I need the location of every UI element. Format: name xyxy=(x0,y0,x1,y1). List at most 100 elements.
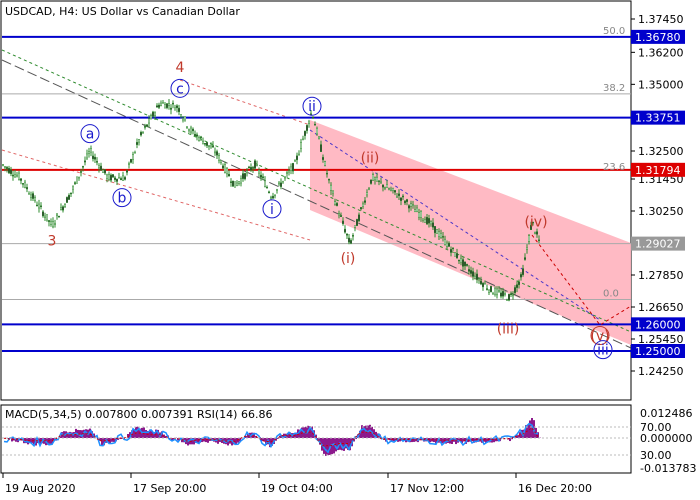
candle-body xyxy=(26,187,28,190)
candle-body xyxy=(322,157,324,160)
candle-body xyxy=(298,153,300,156)
candle-body xyxy=(440,233,442,238)
candle-body xyxy=(398,193,400,196)
candle-body xyxy=(524,257,526,260)
candle-body xyxy=(220,160,222,163)
wave-label-c: c xyxy=(176,81,184,97)
candle-body xyxy=(258,169,260,174)
time-tick-3: 17 Nov 12:00 xyxy=(390,482,464,495)
candle-body xyxy=(478,278,480,281)
candle-body xyxy=(326,172,328,175)
candle-body xyxy=(100,165,102,171)
candle-body xyxy=(96,161,98,163)
macd-bar xyxy=(463,438,465,442)
candle-body xyxy=(250,166,252,171)
wave-label-(iii): (iii) xyxy=(497,321,520,337)
macd-bar xyxy=(101,438,103,446)
candle-body xyxy=(50,220,52,225)
candle-body xyxy=(106,174,108,179)
candle-body xyxy=(80,171,82,173)
candle-body xyxy=(78,176,80,179)
candle-body xyxy=(126,170,128,173)
candle-body xyxy=(396,196,398,198)
candle-body xyxy=(168,103,170,106)
candle-body xyxy=(270,196,272,199)
indicator-tick-0.000000: 0.000000 xyxy=(640,432,693,445)
candle-body xyxy=(482,282,484,288)
candle-body xyxy=(282,180,284,184)
candle-body xyxy=(302,138,304,141)
candle-body xyxy=(388,188,390,190)
candle-body xyxy=(16,174,18,177)
wave-label-3: 3 xyxy=(48,233,57,249)
candle-body xyxy=(36,204,38,207)
candle-body xyxy=(22,183,24,185)
candle-body xyxy=(442,236,444,238)
candle-body xyxy=(88,151,90,154)
candle-body xyxy=(62,206,64,211)
candle-body xyxy=(502,291,504,297)
candle-body xyxy=(72,186,74,190)
level-tag-1.26000: 1.26000 xyxy=(635,318,681,331)
candle-body xyxy=(354,225,356,228)
candle-body xyxy=(472,271,474,277)
candle-body xyxy=(538,239,540,242)
candle-body xyxy=(206,142,208,146)
chart-title: USDCAD, H4: US Dollar vs Canadian Dollar xyxy=(5,5,240,18)
candle-body xyxy=(10,169,12,174)
candle-body xyxy=(294,160,296,162)
candle-body xyxy=(184,116,186,121)
candle-body xyxy=(54,222,56,225)
fib-label-38.2: 38.2 xyxy=(603,83,625,94)
candle-body xyxy=(498,290,500,292)
candle-body xyxy=(140,131,142,136)
candle-body xyxy=(24,181,26,188)
candle-body xyxy=(470,270,472,274)
candle-body xyxy=(406,199,408,202)
candle-body xyxy=(70,192,72,195)
candle-body xyxy=(386,184,388,188)
candle-body xyxy=(192,128,194,132)
candle-body xyxy=(300,142,302,149)
candle-body xyxy=(260,174,262,178)
candle-body xyxy=(262,176,264,178)
candle-body xyxy=(344,228,346,233)
candle-body xyxy=(232,180,234,187)
candle-body xyxy=(414,209,416,213)
candle-body xyxy=(228,173,230,177)
candle-body xyxy=(122,175,124,181)
candle-body xyxy=(410,203,412,207)
candle-body xyxy=(474,275,476,279)
candle-body xyxy=(246,170,248,174)
price-chart[interactable]: 50.038.223.60.0 43abciii(ii)(i)(iv)(iii)… xyxy=(0,0,700,500)
candle-body xyxy=(38,203,40,209)
candle-body xyxy=(116,178,118,182)
candle-body xyxy=(268,191,270,194)
candle-body xyxy=(20,178,22,181)
candle-body xyxy=(12,174,14,177)
candle-body xyxy=(332,190,334,194)
candle-body xyxy=(426,216,428,225)
candle-body xyxy=(424,219,426,223)
candle-body xyxy=(306,125,308,131)
candle-body xyxy=(400,197,402,201)
price-tick-1.30250: 1.30250 xyxy=(638,205,684,218)
candle-body xyxy=(450,249,452,253)
candle-body xyxy=(438,231,440,237)
candle-body xyxy=(200,136,202,139)
macd-bar xyxy=(235,438,237,445)
candle-body xyxy=(528,235,530,242)
candle-body xyxy=(178,107,180,112)
candle-body xyxy=(238,181,240,184)
candle-body xyxy=(518,281,520,286)
candle-body xyxy=(512,294,514,297)
candle-body xyxy=(484,282,486,285)
candle-body xyxy=(240,178,242,184)
candle-body xyxy=(208,145,210,147)
candle-body xyxy=(318,136,320,140)
candle-body xyxy=(488,289,490,293)
wave-label-iii: iii xyxy=(597,343,609,359)
candle-body xyxy=(66,197,68,203)
candle-body xyxy=(446,242,448,247)
candle-body xyxy=(90,148,92,153)
